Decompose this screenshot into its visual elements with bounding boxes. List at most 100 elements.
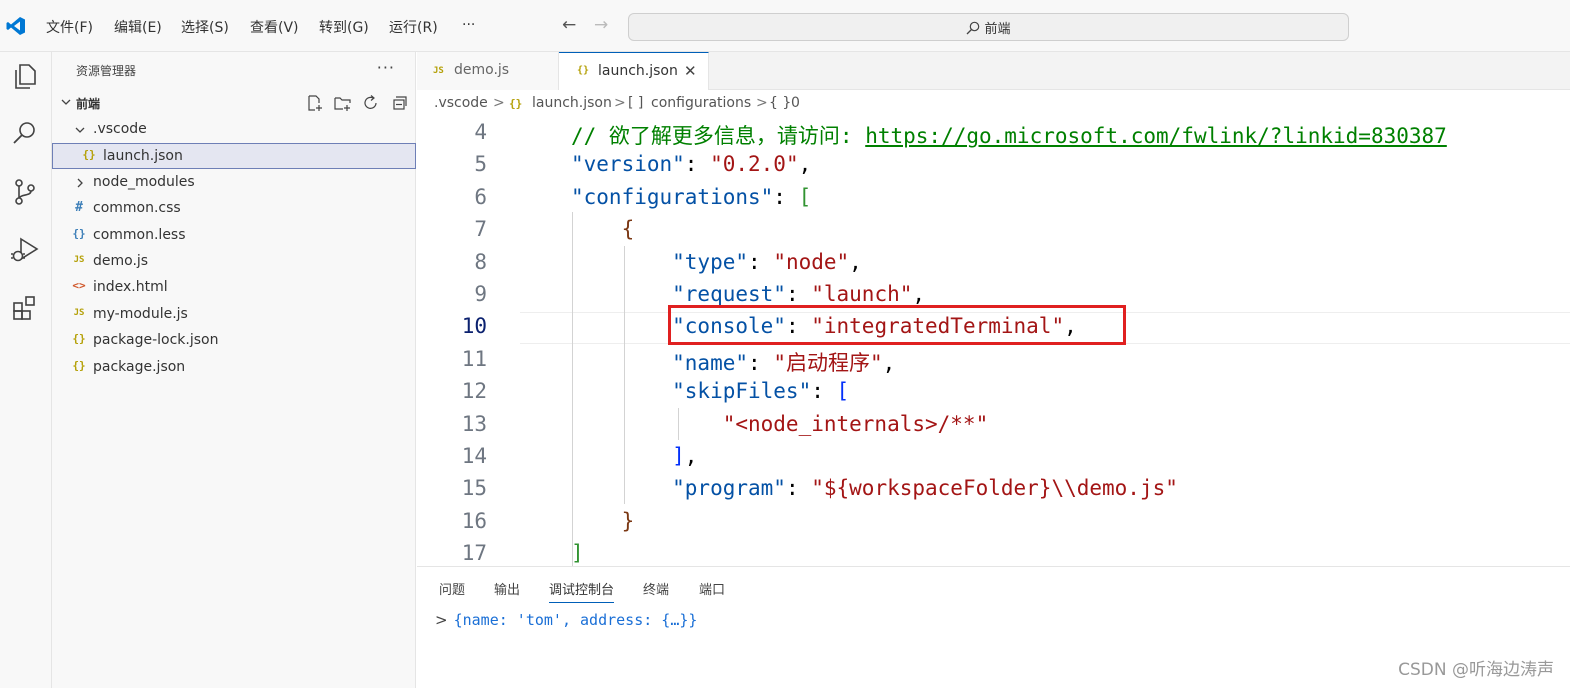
search-view-icon[interactable]	[9, 118, 41, 150]
code-token: "<node_internals>/**"	[571, 411, 989, 436]
breadcrumb-vscode[interactable]: .vscode	[434, 95, 488, 111]
search-text: 前端	[984, 22, 1011, 37]
tab-label: launch.json	[598, 63, 678, 79]
code-token: ,	[882, 350, 896, 375]
code-token: {	[571, 217, 635, 242]
line-number: 16	[461, 508, 487, 533]
line-number: 6	[474, 184, 487, 209]
menu-edit[interactable]: 编辑(E)	[114, 17, 162, 37]
line-number: 17	[461, 541, 487, 566]
editor-tabs: JS demo.js {} launch.json ✕	[417, 52, 1570, 90]
new-folder-icon[interactable]	[334, 94, 352, 112]
code-text: ]	[571, 541, 584, 565]
code-token: "skipFiles"	[571, 379, 812, 404]
line-number: 10	[461, 314, 487, 339]
panel-tab-problems[interactable]: 问题	[439, 579, 465, 598]
code-text: "configurations": [	[571, 185, 811, 209]
annotation-highlight-box	[668, 305, 1126, 345]
explorer-icon[interactable]	[9, 60, 41, 92]
code-token: :	[785, 476, 812, 501]
tree-item-label: my-module.js	[93, 306, 188, 322]
menu-view[interactable]: 查看(V)	[250, 17, 299, 37]
folder-actions	[296, 94, 408, 116]
panel-tab-ports[interactable]: 端口	[699, 579, 725, 598]
code-line: 7 {	[417, 215, 1570, 247]
tree-item-index-html[interactable]: <> index.html	[52, 275, 416, 301]
code-token: :	[748, 249, 774, 274]
line-number: 13	[461, 411, 487, 436]
code-text: "<node_internals>/**"	[571, 411, 989, 436]
collapse-all-icon[interactable]	[390, 94, 408, 112]
code-editor[interactable]: 4 // 欲了解更多信息，请访问: https://go.microsoft.co…	[417, 118, 1570, 566]
line-number: 11	[461, 346, 487, 371]
json-file-icon: {}	[72, 332, 86, 345]
menu-go[interactable]: 转到(G)	[319, 17, 369, 37]
command-center-search[interactable]: 前端	[628, 13, 1349, 41]
sidebar-title: 资源管理器	[76, 64, 137, 78]
panel-tab-debug-console[interactable]: 调试控制台	[549, 579, 615, 603]
tree-item-package-lock-json[interactable]: {} package-lock.json	[52, 328, 416, 354]
extensions-icon[interactable]	[9, 292, 41, 324]
chevron-right-icon: >	[493, 95, 505, 111]
chevron-down-icon	[75, 127, 85, 133]
line-number: 7	[474, 217, 487, 242]
code-text: "skipFiles": [	[571, 379, 849, 403]
source-control-icon[interactable]	[9, 176, 41, 208]
menu-file[interactable]: 文件(F)	[46, 17, 93, 37]
code-line: 11 "name": "启动程序",	[417, 345, 1570, 377]
tree-item-common-less[interactable]: {} common.less	[52, 223, 416, 249]
console-output-row[interactable]: > {name: 'tom', address: {…}}	[435, 611, 697, 629]
code-token: "name"	[571, 350, 749, 375]
code-token: "configurations"	[571, 184, 774, 209]
code-token: ,	[798, 152, 812, 177]
breadcrumb-launch-json[interactable]: launch.json	[532, 95, 612, 111]
panel-tab-terminal[interactable]: 终端	[643, 579, 669, 598]
code-token: ]	[571, 444, 685, 468]
refresh-icon[interactable]	[362, 94, 380, 112]
tree-item-label: package.json	[93, 359, 186, 375]
forward-arrow-icon[interactable]: →	[594, 15, 608, 35]
tree-item-vscode[interactable]: .vscode	[52, 117, 416, 143]
new-file-icon[interactable]	[306, 94, 324, 112]
code-token: "启动程序"	[773, 350, 883, 375]
explorer-sidebar: 资源管理器 ··· 前端 .vscode {} launch.json node…	[52, 52, 416, 688]
code-line: 4 // 欲了解更多信息，请访问: https://go.microsoft.co…	[417, 118, 1570, 150]
menu-run[interactable]: 运行(R)	[389, 17, 438, 37]
tree-item-label: common.css	[93, 200, 181, 216]
tree-item-demo-js[interactable]: JS demo.js	[52, 249, 416, 275]
back-arrow-icon[interactable]: ←	[562, 15, 576, 35]
js-file-icon: JS	[73, 255, 85, 265]
code-text: // 欲了解更多信息，请访问: https://go.microsoft.com…	[571, 120, 1447, 150]
code-token: :	[773, 184, 799, 209]
run-debug-icon[interactable]	[9, 234, 41, 266]
panel-tab-output[interactable]: 输出	[494, 579, 520, 598]
code-line: 13 "<node_internals>/**"	[417, 410, 1570, 442]
breadcrumb-index[interactable]: 0	[791, 95, 800, 111]
chevron-right-icon: >	[614, 95, 626, 111]
js-file-icon: JS	[73, 308, 85, 318]
tree-item-label: .vscode	[93, 121, 147, 137]
code-token: [	[836, 379, 850, 404]
code-token: "request"	[571, 282, 786, 306]
workspace-folder-row[interactable]: 前端	[52, 92, 416, 114]
close-icon[interactable]: ✕	[684, 62, 697, 80]
vscode-logo-icon[interactable]	[6, 16, 26, 36]
menu-more[interactable]: ···	[462, 17, 475, 33]
tree-item-launch-json[interactable]: {} launch.json	[52, 143, 416, 169]
tab-demo-js[interactable]: JS demo.js	[417, 52, 559, 90]
tree-item-label: index.html	[93, 279, 168, 295]
tree-item-package-json[interactable]: {} package.json	[52, 355, 416, 381]
code-token: "${workspaceFolder}\\demo.js"	[811, 476, 1178, 501]
menu-selection[interactable]: 选择(S)	[181, 17, 229, 37]
code-text: "type": "node",	[571, 250, 862, 274]
tree-item-common-css[interactable]: # common.css	[52, 196, 416, 222]
tree-item-label: package-lock.json	[93, 332, 219, 348]
breadcrumb-configurations[interactable]: configurations	[651, 95, 751, 111]
expand-caret-icon[interactable]: >	[435, 611, 448, 629]
tab-launch-json[interactable]: {} launch.json ✕	[559, 52, 709, 90]
less-file-icon: {}	[72, 227, 86, 240]
sidebar-more-button[interactable]: ···	[377, 58, 395, 77]
tree-item-node-modules[interactable]: node_modules	[52, 170, 416, 196]
tree-item-my-module-js[interactable]: JS my-module.js	[52, 302, 416, 328]
code-line: 8 "type": "node",	[417, 248, 1570, 280]
